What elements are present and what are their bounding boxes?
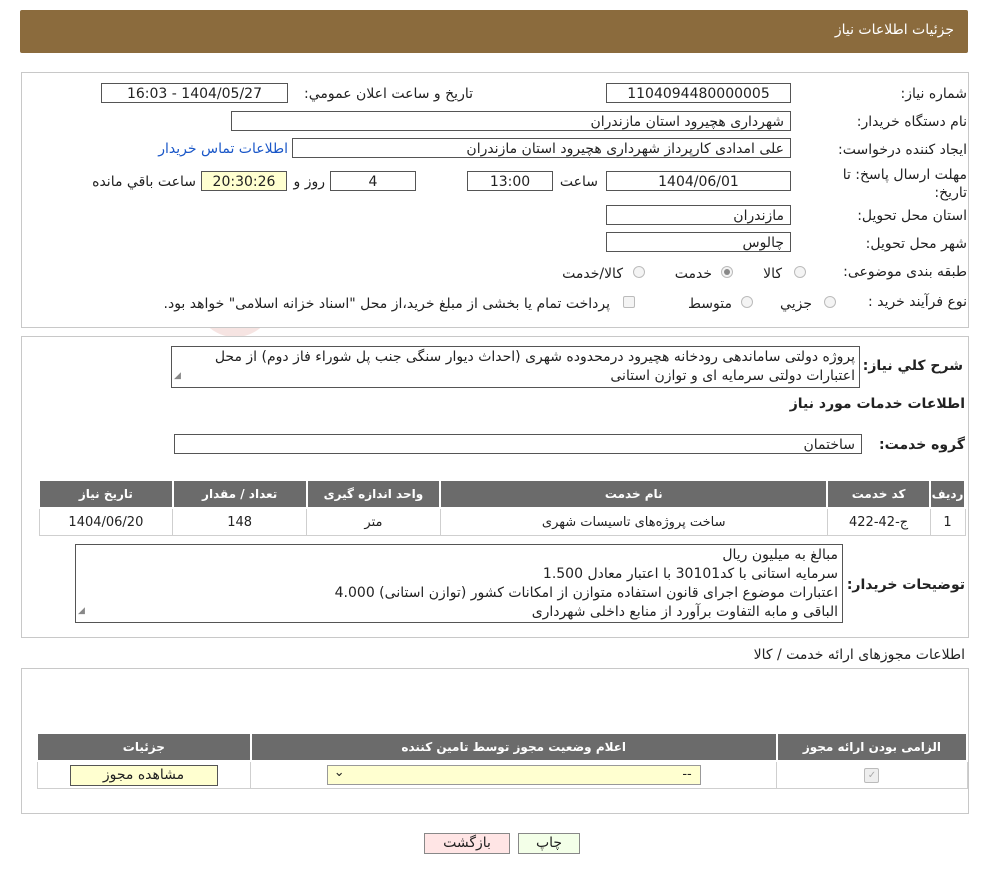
col-details: جزئیات — [36, 732, 252, 762]
col-row: ردیف — [929, 479, 966, 509]
province-label: استان محل تحویل: — [857, 208, 967, 224]
cell-unit: متر — [306, 507, 441, 536]
days-field: 4 — [330, 171, 416, 191]
days-label: روز و — [293, 174, 326, 190]
col-unit: واحد اندازه گیری — [305, 479, 442, 509]
process-radio-medium[interactable] — [741, 296, 753, 308]
description-text: پروژه دولتی ساماندهی رودخانه هچیرود درمح… — [214, 349, 855, 384]
permit-status-select[interactable]: -- ⌄ — [326, 765, 701, 785]
description-label: شرح کلي نیاز: — [862, 358, 963, 374]
category-option-goods: کالا — [763, 266, 782, 282]
buyer-contact-link[interactable]: اطلاعات تماس خریدار — [158, 141, 288, 157]
announce-label: تاریخ و ساعت اعلان عمومي: — [304, 86, 473, 102]
required-checkbox: ✓ — [864, 768, 880, 783]
buyer-notes-label: توضیحات خریدار: — [846, 577, 965, 593]
buyer-org-label: نام دستگاه خریدار: — [856, 114, 967, 130]
deadline-date-field: 1404/06/01 — [606, 171, 791, 191]
buyer-note-line: سرمایه استانی با کد30101 با اعتبار معادل… — [542, 566, 838, 582]
cell-name: ساخت پروژه‌های تاسیسات شهری — [439, 507, 828, 536]
col-date: تاریخ نیاز — [38, 479, 174, 509]
buyer-notes-textarea: مبالغ به میلیون ریال سرمایه استانی با کد… — [75, 544, 843, 623]
permits-section-title: اطلاعات مجوزهای ارائه خدمت / کالا — [753, 647, 965, 663]
view-permit-button[interactable]: مشاهده مجوز — [69, 764, 218, 786]
category-radio-service[interactable] — [721, 266, 733, 278]
back-button[interactable]: بازگشت — [424, 833, 510, 854]
print-button[interactable]: چاپ — [518, 833, 580, 854]
process-radio-minor[interactable] — [824, 296, 836, 308]
announce-field: 1404/05/27 - 16:03 — [101, 83, 288, 103]
process-option-medium: متوسط — [688, 296, 732, 312]
cell-details: مشاهده مجوز — [36, 760, 252, 789]
cell-required: ✓ — [776, 760, 968, 789]
remaining-label: ساعت باقي مانده — [92, 174, 196, 190]
city-label: شهر محل تحویل: — [865, 236, 967, 252]
table-row: 1 ج-42-422 ساخت پروژه‌های تاسیسات شهری م… — [38, 507, 966, 536]
cell-status: -- ⌄ — [250, 760, 778, 789]
requester-field: علی امدادی کارپرداز شهرداری هچیرود استان… — [292, 138, 791, 158]
remaining-time-field: 20:30:26 — [201, 171, 287, 191]
cell-code: ج-42-422 — [826, 507, 931, 536]
process-treasury-note: پرداخت تمام یا بخشی از مبلغ خرید،از محل … — [163, 296, 610, 312]
city-field: چالوس — [606, 232, 791, 252]
category-radio-goods[interactable] — [794, 266, 806, 278]
category-option-goods-service: کالا/خدمت — [562, 266, 623, 282]
description-textarea: پروژه دولتی ساماندهی رودخانه هچیرود درمح… — [171, 346, 860, 388]
treasury-checkbox[interactable] — [623, 296, 635, 308]
permit-status-value: -- — [682, 767, 692, 782]
category-option-service: خدمت — [674, 266, 712, 282]
resize-grip-icon[interactable]: ◢ — [174, 367, 181, 386]
page-title: جزئیات اطلاعات نیاز — [834, 22, 954, 38]
services-table-header: ردیف کد خدمت نام خدمت واحد اندازه گیری ت… — [38, 479, 966, 509]
buyer-note-line: مبالغ به میلیون ریال — [722, 547, 838, 563]
cell-date: 1404/06/20 — [38, 507, 174, 536]
process-label: نوع فرآیند خرید : — [868, 294, 967, 310]
category-radio-goods-service[interactable] — [633, 266, 645, 278]
col-name: نام خدمت — [439, 479, 829, 509]
col-code: کد خدمت — [826, 479, 932, 509]
col-status: اعلام وضعیت مجوز توسط تامین کننده — [249, 732, 778, 762]
permits-table: الزامی بودن ارائه مجوز اعلام وضعیت مجوز … — [36, 732, 969, 789]
permits-table-header: الزامی بودن ارائه مجوز اعلام وضعیت مجوز … — [36, 732, 969, 762]
page-header: جزئیات اطلاعات نیاز — [20, 10, 968, 53]
services-section-title: اطلاعات خدمات مورد نیاز — [789, 396, 965, 412]
chevron-down-icon: ⌄ — [333, 765, 345, 780]
buyer-note-line: الباقی و مابه التفاوت برآورد از منابع دا… — [531, 604, 838, 620]
service-group-label: گروه خدمت: — [879, 437, 965, 453]
deadline-time-field: 13:00 — [467, 171, 553, 191]
cell-qty: 148 — [172, 507, 308, 536]
deadline-label: مهلت ارسال پاسخ: تا تاریخ: — [842, 167, 967, 201]
category-label: طبقه بندی موضوعی: — [843, 264, 967, 280]
process-option-minor: جزیي — [780, 296, 812, 312]
col-required: الزامی بودن ارائه مجوز — [775, 732, 969, 762]
need-number-field: 1104094480000005 — [606, 83, 791, 103]
deadline-time-label: ساعت — [559, 174, 598, 190]
buyer-org-field: شهرداری هچیرود استان مازندران — [231, 111, 791, 131]
resize-grip-icon[interactable]: ◢ — [78, 602, 85, 621]
cell-row: 1 — [929, 507, 966, 536]
service-group-field: ساختمان — [174, 434, 862, 454]
requester-label: ایجاد کننده درخواست: — [838, 142, 967, 158]
buyer-note-line: اعتبارات موضوع اجرای قانون استفاده متواز… — [334, 585, 838, 601]
services-table: ردیف کد خدمت نام خدمت واحد اندازه گیری ت… — [38, 479, 966, 536]
table-row: ✓ -- ⌄ مشاهده مجوز — [36, 760, 968, 789]
col-qty: تعداد / مقدار — [171, 479, 308, 509]
province-field: مازندران — [606, 205, 791, 225]
need-number-label: شماره نیاز: — [900, 86, 968, 102]
